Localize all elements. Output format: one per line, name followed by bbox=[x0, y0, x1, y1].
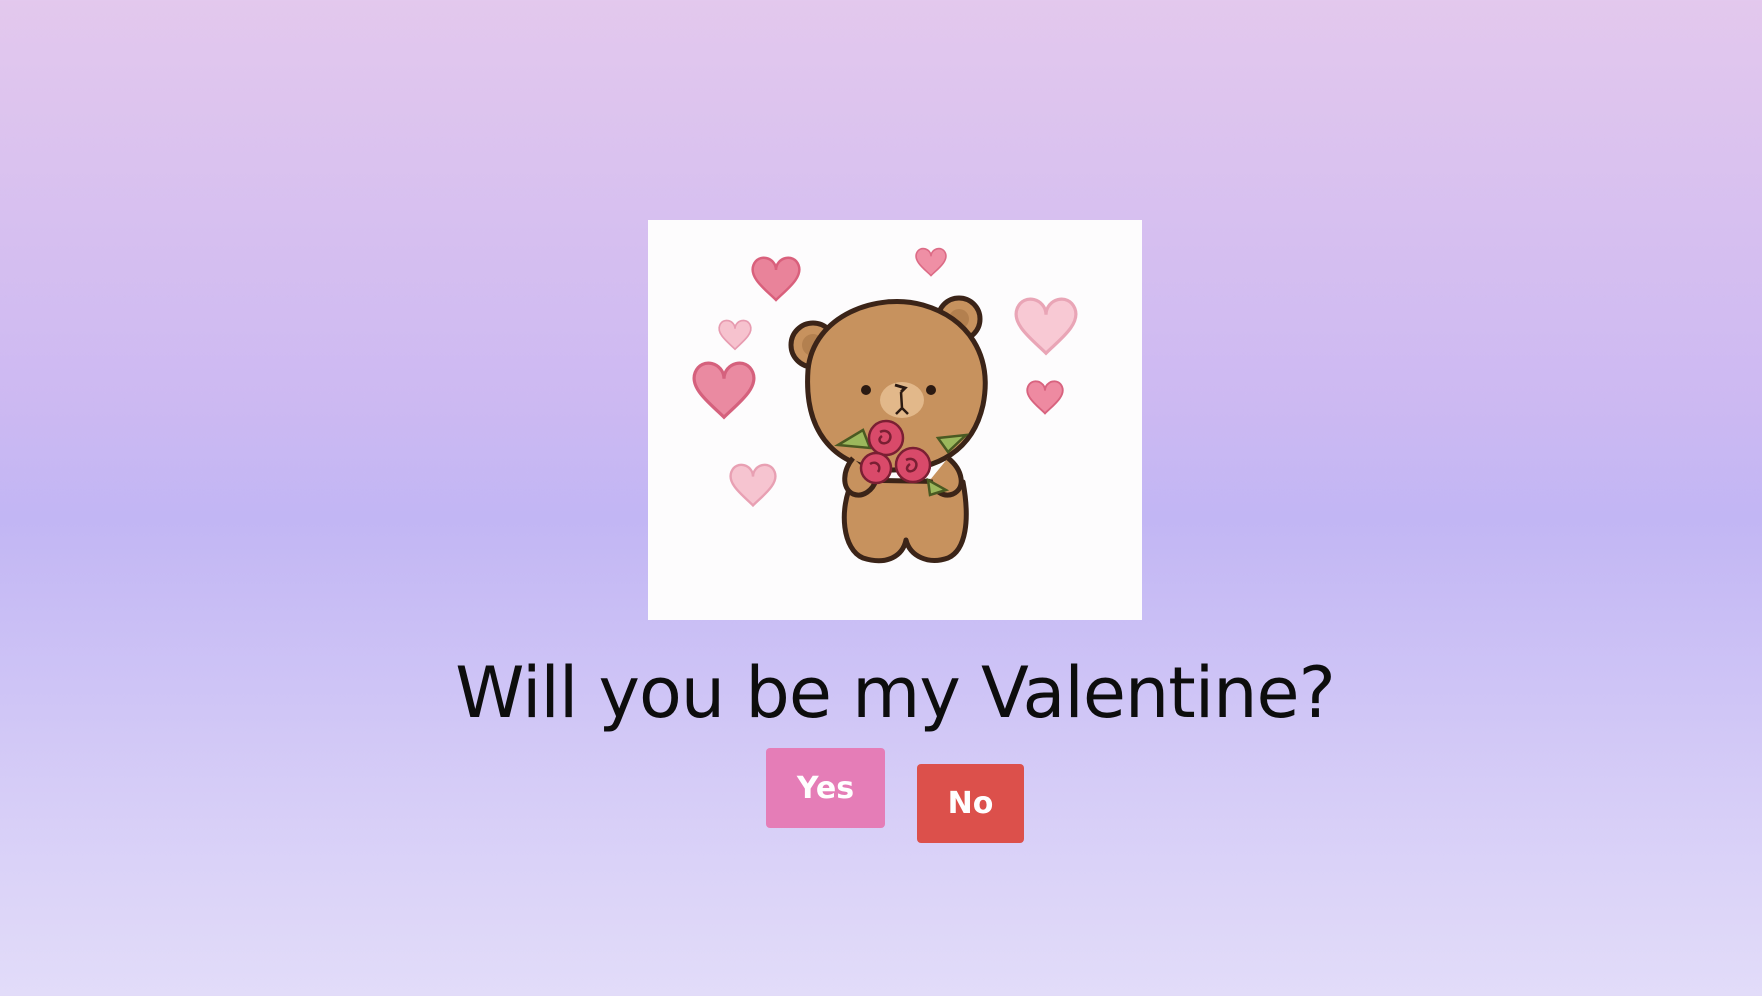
valentine-question: Will you be my Valentine? bbox=[455, 652, 1335, 734]
bear-with-roses-icon bbox=[692, 247, 1078, 564]
yes-button[interactable]: Yes bbox=[766, 748, 885, 828]
valentine-bear-image bbox=[648, 220, 1142, 620]
no-button[interactable]: No bbox=[917, 764, 1024, 843]
